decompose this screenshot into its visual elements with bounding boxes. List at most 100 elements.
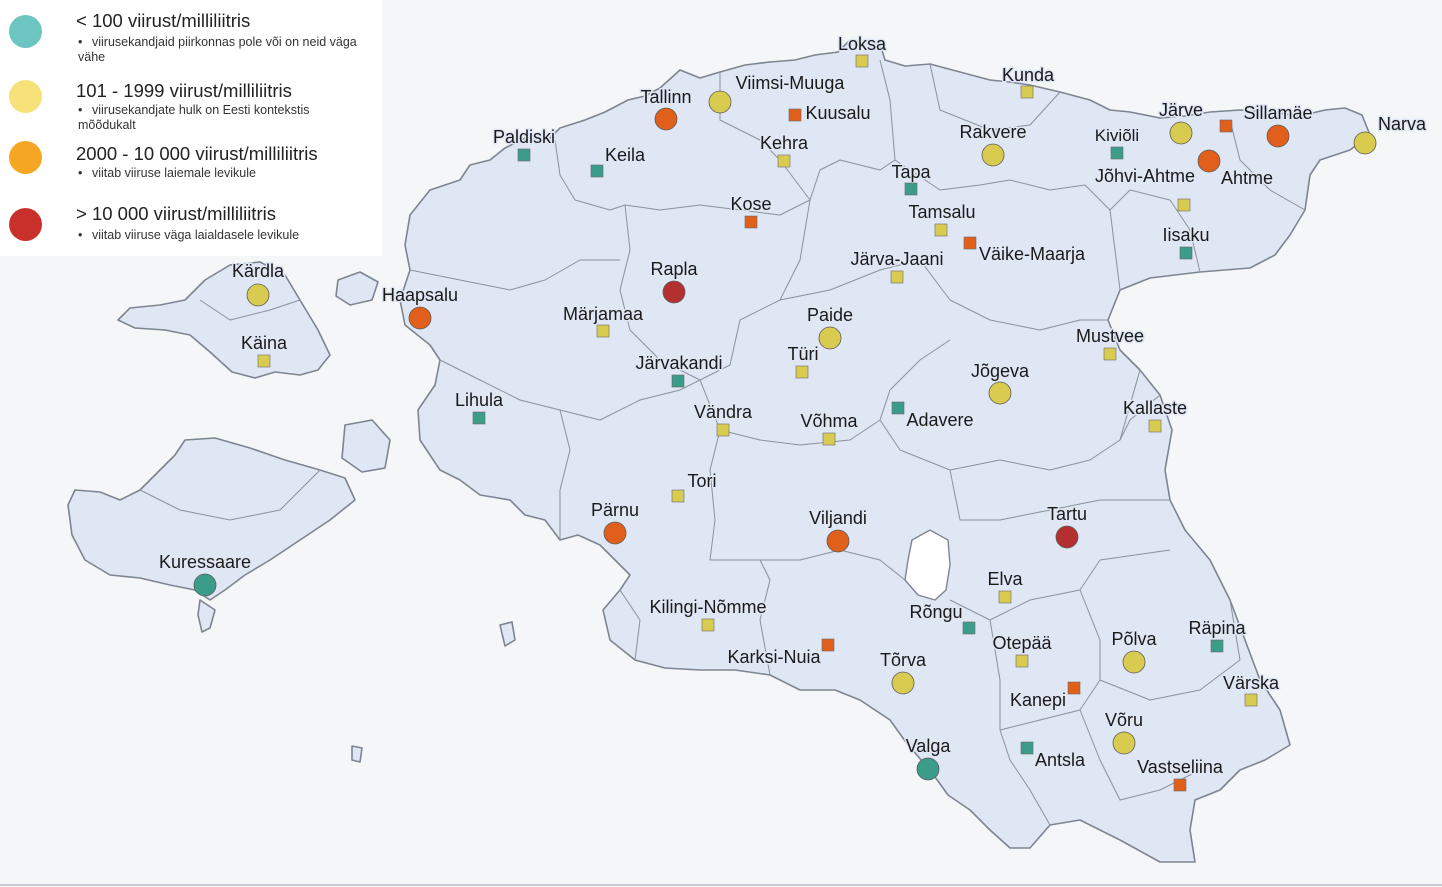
- square-marker: [904, 182, 918, 196]
- square-marker: [590, 164, 604, 178]
- kihnu-islet: [351, 745, 363, 763]
- square-marker: [822, 432, 836, 446]
- city-label: Järvakandi: [635, 353, 722, 373]
- city-label: Otepää: [992, 633, 1052, 653]
- bottom-divider: [0, 884, 1442, 886]
- city-label: Elva: [987, 569, 1023, 589]
- square-marker: [1219, 119, 1233, 133]
- square-marker: [795, 365, 809, 379]
- legend-title: > 10 000 viirust/milliliitris: [76, 203, 276, 224]
- square-marker: [1110, 146, 1124, 160]
- city-label: Pärnu: [591, 500, 639, 520]
- legend-dot: [9, 80, 42, 113]
- ruhnu-islet: [499, 621, 516, 647]
- vormsi-shape: [335, 271, 379, 306]
- square-marker: [1020, 741, 1034, 755]
- circle-marker: [708, 90, 732, 114]
- square-marker: [1177, 198, 1191, 212]
- square-marker: [257, 354, 271, 368]
- square-marker: [517, 148, 531, 162]
- square-marker: [1179, 246, 1193, 260]
- circle-marker: [662, 280, 686, 304]
- square-marker: [1173, 778, 1187, 792]
- square-marker: [1210, 639, 1224, 653]
- legend-dot: [9, 141, 42, 174]
- city-label: Paide: [807, 305, 853, 325]
- city-label: Mustvee: [1076, 326, 1144, 346]
- city-label: Võru: [1105, 710, 1143, 730]
- city-label: Adavere: [906, 410, 973, 430]
- legend-title: < 100 viirust/milliliitris: [76, 10, 251, 31]
- city-label: Väike-Maarja: [979, 244, 1086, 264]
- square-marker: [671, 374, 685, 388]
- square-marker: [963, 236, 977, 250]
- hiiumaa-shape: [117, 261, 331, 379]
- legend-description: • viitab viiruse väga laialdasele levikul…: [78, 228, 300, 242]
- city-label: Tõrva: [880, 650, 927, 670]
- square-marker: [596, 324, 610, 338]
- square-marker: [1244, 693, 1258, 707]
- city-label: Antsla: [1035, 750, 1086, 770]
- city-label: Märjamaa: [563, 304, 644, 324]
- square-marker: [821, 638, 835, 652]
- circle-marker: [1197, 149, 1221, 173]
- city-label: Kanepi: [1010, 690, 1066, 710]
- city-label: Viimsi-Muuga: [736, 73, 846, 93]
- square-marker: [891, 401, 905, 415]
- square-marker: [788, 108, 802, 122]
- square-marker: [716, 423, 730, 437]
- city-label: Loksa: [838, 34, 887, 54]
- city-label: Kiviõli: [1095, 126, 1139, 145]
- city-label: Järve: [1159, 100, 1203, 120]
- circle-marker: [988, 381, 1012, 405]
- circle-marker: [246, 283, 270, 307]
- city-label: Võhma: [800, 411, 858, 431]
- city-label: Vastseliina: [1137, 757, 1224, 777]
- city-label: Tori: [687, 471, 716, 491]
- city-label: Sillamäe: [1243, 103, 1312, 123]
- legend-title: 101 - 1999 viirust/milliliitris: [76, 80, 292, 101]
- city-label: Järva-Jaani: [850, 249, 943, 269]
- city-label: Kuusalu: [805, 103, 870, 123]
- circle-marker: [1353, 131, 1377, 155]
- circle-marker: [891, 671, 915, 695]
- circle-marker: [1266, 124, 1290, 148]
- legend-dot: [9, 208, 42, 241]
- square-marker: [998, 590, 1012, 604]
- legend-description: • viirusekandjate hulk on Eesti konteksti…: [78, 103, 310, 132]
- city-label: Kehra: [760, 133, 809, 153]
- city-label: Valga: [906, 736, 952, 756]
- city-label: Kallaste: [1123, 398, 1187, 418]
- city-label: Põlva: [1111, 629, 1157, 649]
- city-label: Karksi-Nuia: [727, 647, 821, 667]
- city-label: Tapa: [891, 162, 931, 182]
- city-label: Jõhvi-Ahtme: [1095, 166, 1195, 186]
- city-label: Lihula: [455, 390, 504, 410]
- legend-description: • viirusekandjaid piirkonnas pole või on …: [78, 35, 357, 64]
- circle-marker: [826, 529, 850, 553]
- square-marker: [1067, 681, 1081, 695]
- city-narva[interactable]: Narva: [1353, 113, 1428, 155]
- city-label: Rõngu: [909, 602, 962, 622]
- mainland-shape: [399, 39, 1371, 863]
- city-label: Kunda: [1002, 65, 1055, 85]
- legend-description: • viitab viiruse laiemale levikule: [78, 166, 256, 180]
- square-marker: [1103, 347, 1117, 361]
- city-label: Ahtme: [1221, 168, 1273, 188]
- square-marker: [744, 215, 758, 229]
- city-label: Räpina: [1188, 618, 1246, 638]
- circle-marker: [408, 306, 432, 330]
- city-label: Tallinn: [640, 87, 691, 107]
- circle-marker: [603, 521, 627, 545]
- circle-marker: [1169, 121, 1193, 145]
- circle-marker: [981, 143, 1005, 167]
- circle-marker: [1112, 731, 1136, 755]
- square-marker: [1020, 85, 1034, 99]
- city-label: Narva: [1378, 114, 1427, 134]
- city-label: Rapla: [650, 259, 698, 279]
- city-label: Kärdla: [232, 261, 285, 281]
- legend-dot: [9, 15, 42, 48]
- city-label: Kilingi-Nõmme: [649, 597, 766, 617]
- square-marker: [701, 618, 715, 632]
- city-label: Viljandi: [809, 508, 867, 528]
